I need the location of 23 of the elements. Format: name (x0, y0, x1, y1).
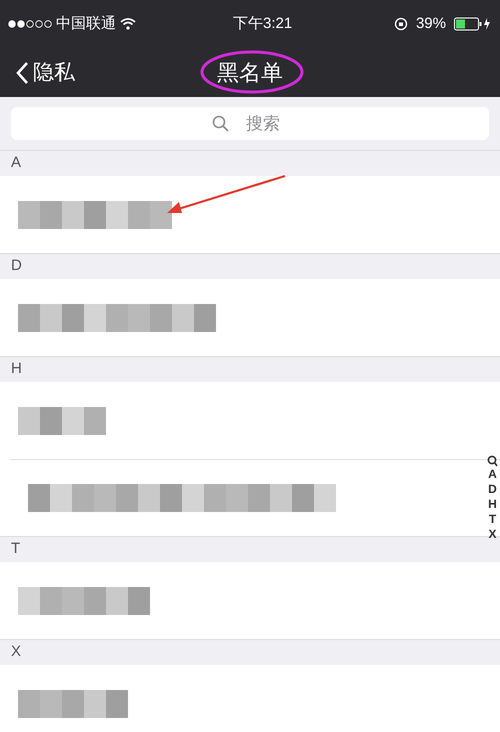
clock: 下午3:21 (233, 14, 292, 34)
battery-icon (454, 17, 492, 31)
section-letter: A (11, 153, 22, 174)
search-icon (212, 115, 229, 132)
wifi-icon (120, 18, 136, 30)
rotation-lock-icon (394, 17, 408, 31)
index-letter[interactable]: X (488, 527, 496, 542)
signal-icon (8, 20, 52, 28)
index-letter[interactable]: H (488, 497, 497, 512)
section-letter: T (11, 539, 20, 560)
carrier-name: 中国联通 (56, 14, 116, 34)
battery-percentage: 39% (416, 14, 446, 34)
chevron-left-icon (16, 60, 29, 84)
section-letter: X (11, 642, 22, 662)
search-field[interactable]: 搜索 (11, 107, 489, 140)
index-letter[interactable]: D (488, 482, 497, 497)
page-title: 黑名单 (217, 59, 283, 87)
back-button[interactable]: 隐私 (0, 56, 75, 88)
index-letter[interactable]: T (488, 512, 496, 527)
search-icon[interactable] (487, 455, 498, 467)
index-letter[interactable]: A (488, 467, 497, 482)
section-letter: D (11, 256, 22, 276)
section-letter: H (11, 359, 22, 380)
